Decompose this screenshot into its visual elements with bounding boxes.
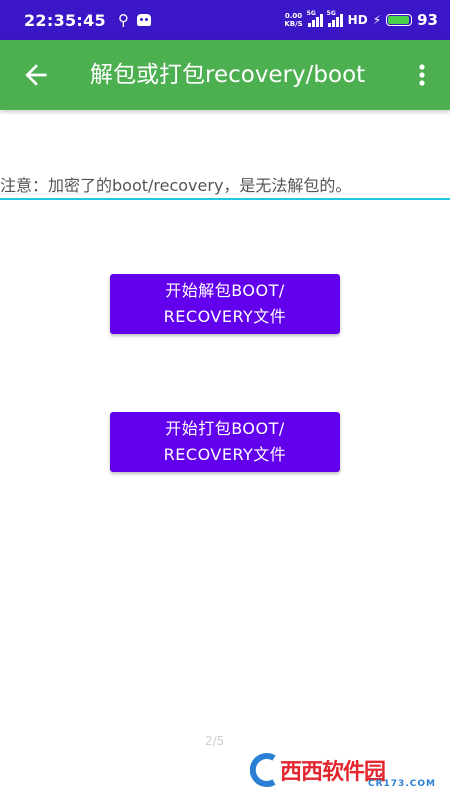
net-speed: 0.00 KB/S	[284, 12, 303, 28]
battery-level: 93	[417, 11, 438, 29]
page-indicator: 2/5	[205, 734, 225, 748]
android-debug-icon	[137, 14, 151, 26]
unpack-button[interactable]: 开始解包BOOT/ RECOVERY文件	[110, 274, 340, 334]
status-bar: 22:35:45 ⚲ 0.00 KB/S 5G 5G HD ⚡ 93	[0, 0, 450, 40]
back-arrow-icon[interactable]	[20, 57, 52, 93]
status-indicators: 0.00 KB/S 5G 5G HD ⚡ 93	[284, 10, 438, 29]
battery-icon	[386, 14, 413, 26]
battery-fill	[388, 16, 409, 24]
app-bar: 解包或打包recovery/boot	[0, 40, 450, 110]
signal-icon: 5G	[307, 10, 323, 27]
more-vert-icon[interactable]	[414, 62, 430, 88]
charging-icon: ⚡	[372, 13, 382, 27]
signal-icon-2: 5G	[327, 10, 343, 27]
usb-icon: ⚲	[118, 11, 129, 29]
watermark: 西西软件园 CR173.COM	[250, 750, 445, 792]
watermark-domain: CR173.COM	[368, 779, 436, 789]
page-title: 解包或打包recovery/boot	[90, 62, 366, 88]
status-time: 22:35:45	[24, 10, 106, 30]
pack-button[interactable]: 开始打包BOOT/ RECOVERY文件	[110, 412, 340, 472]
notice-text: 注意：加密了的boot/recovery，是无法解包的。	[0, 174, 450, 200]
watermark-logo-icon	[250, 753, 276, 787]
hd-voice-icon: HD	[347, 13, 368, 27]
